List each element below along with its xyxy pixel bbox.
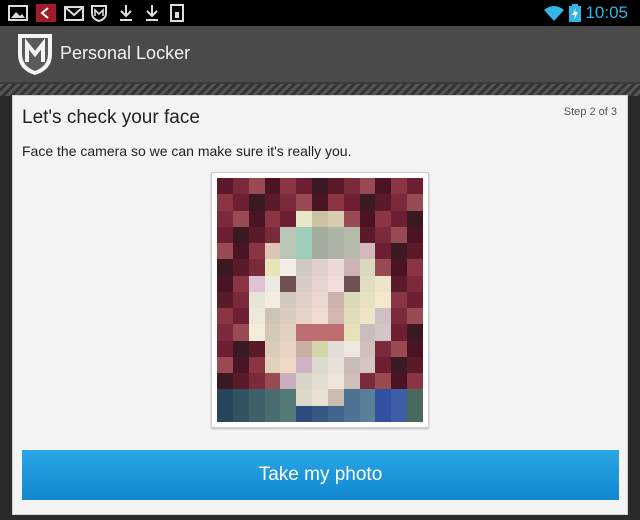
face-photo	[217, 178, 423, 422]
gmail-icon	[64, 6, 84, 21]
sd-card-icon	[170, 4, 184, 22]
take-photo-button[interactable]: Take my photo	[22, 450, 619, 500]
instruction-text: Face the camera so we can make sure it's…	[22, 143, 352, 159]
download-icon	[120, 5, 132, 21]
wifi-icon	[544, 6, 564, 21]
download-icon	[146, 5, 158, 21]
page-title: Let's check your face	[22, 107, 200, 128]
step-indicator: Step 2 of 3	[563, 106, 617, 118]
app-title: Personal Locker	[60, 43, 191, 63]
image-icon	[8, 5, 28, 21]
face-check-card: Step 2 of 3 Let's check your face Face t…	[12, 95, 628, 515]
status-bar: 10:05	[0, 0, 640, 26]
mcafee-icon	[91, 5, 107, 22]
app-bar: Personal Locker	[0, 26, 640, 84]
battery-charging-icon	[569, 4, 581, 22]
mcafee-shield-logo[interactable]	[16, 32, 54, 76]
face-photo-frame	[211, 172, 429, 428]
clock: 10:05	[585, 3, 628, 22]
app-notification-icon	[36, 4, 56, 22]
